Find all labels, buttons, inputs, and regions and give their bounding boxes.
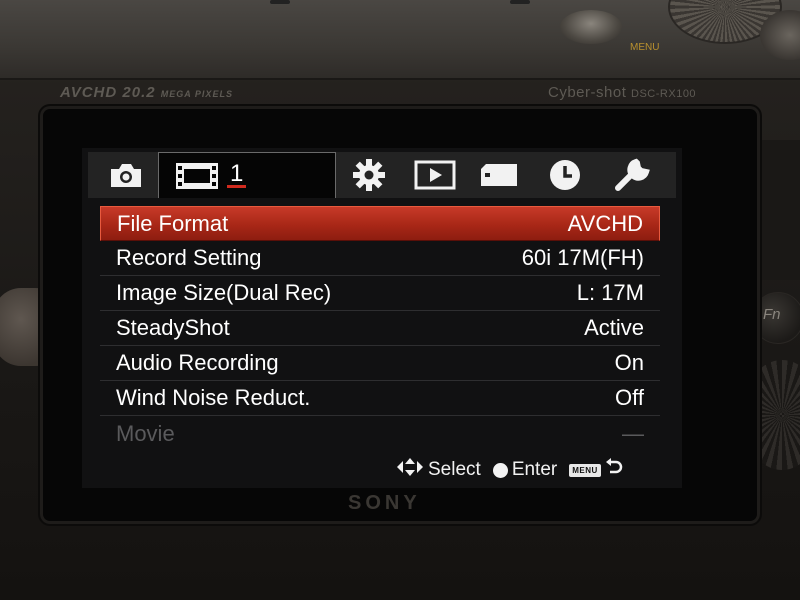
avchd-logo-text: AVCHD 20.2 — [60, 84, 156, 101]
menu-item-value: Active — [584, 315, 644, 340]
select-hint: Select — [428, 459, 481, 480]
menu-item-label: Audio Recording — [116, 350, 279, 375]
center-button-icon — [492, 462, 508, 478]
menu-item-label: File Format — [117, 210, 229, 236]
menu-item-label: SteadyShot — [116, 315, 230, 340]
tab-custom-settings[interactable] — [338, 152, 400, 198]
menu-item-label: Record Setting — [116, 245, 262, 270]
menu-item-image-size[interactable]: Image Size(Dual Rec) L: 17M — [100, 276, 660, 311]
menu-button-label: MENU — [630, 42, 660, 53]
menu-item-file-format[interactable]: File Format AVCHD — [100, 206, 660, 241]
wrench-icon — [614, 158, 650, 192]
menu-list: File Format AVCHD Record Setting 60i 17M… — [100, 206, 660, 451]
menu-item-value: L: 17M — [576, 280, 644, 305]
menu-item-record-setting[interactable]: Record Setting 60i 17M(FH) — [100, 241, 660, 276]
tab-clock[interactable] — [534, 152, 596, 198]
gear-icon — [352, 158, 386, 192]
cybershot-text: Cyber-shot — [548, 84, 627, 101]
menu-item-value: 60i 17M(FH) — [521, 245, 644, 270]
menu-item-value: — — [622, 420, 644, 446]
menu-item-value: AVCHD — [567, 210, 643, 236]
playback-button[interactable] — [560, 10, 622, 44]
return-icon — [605, 458, 623, 482]
memory-card-icon — [479, 162, 519, 188]
menu-item-wind-noise-reduct[interactable]: Wind Noise Reduct. Off — [100, 381, 660, 416]
playback-icon — [414, 160, 456, 190]
tab-memory-card[interactable] — [468, 152, 530, 198]
camera-icon — [108, 161, 144, 189]
tab-movie[interactable]: 1 — [158, 152, 336, 198]
model-text: DSC-RX100 — [631, 88, 697, 100]
menu-tab-bar: 1 — [88, 152, 676, 198]
menu-item-label: Image Size(Dual Rec) — [116, 280, 332, 305]
menu-button-icon: MENU — [569, 463, 601, 477]
avchd-logo: AVCHD 20.2 MEGA PIXELS — [60, 84, 233, 101]
menu-item-steadyshot[interactable]: SteadyShot Active — [100, 311, 660, 346]
button-guide: Select Enter MENU — [396, 456, 623, 484]
directional-arrows-icon — [396, 458, 424, 482]
enter-hint: Enter — [511, 459, 558, 480]
model-logo: Cyber-shot DSC-RX100 — [548, 84, 696, 101]
movie-icon — [175, 161, 219, 191]
tab-setup[interactable] — [598, 152, 666, 198]
sony-logo: SONY — [348, 492, 421, 514]
tab-page-number: 1 — [227, 162, 247, 188]
menu-item-label: Movie — [116, 420, 175, 446]
thumb-grip — [756, 140, 800, 280]
fn-label: Fn — [763, 306, 781, 323]
menu-item-movie: Movie — — [100, 416, 660, 451]
menu-item-value: On — [614, 350, 644, 375]
top-notch — [510, 0, 530, 4]
clock-icon — [548, 158, 582, 192]
menu-item-value: Off — [615, 385, 644, 410]
megapixels-text: MEGA PIXELS — [160, 89, 233, 99]
menu-item-label: Wind Noise Reduct. — [116, 385, 311, 410]
tab-camera[interactable] — [96, 152, 156, 198]
tab-playback[interactable] — [404, 152, 466, 198]
menu-item-audio-recording[interactable]: Audio Recording On — [100, 346, 660, 381]
top-notch — [270, 0, 290, 4]
